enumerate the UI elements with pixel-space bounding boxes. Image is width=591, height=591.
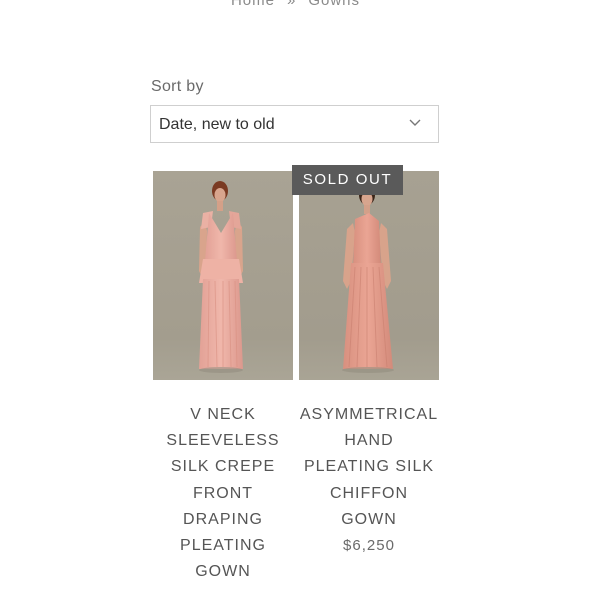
sort-selected-value: Date, new to old	[159, 116, 275, 133]
breadcrumb-home-link[interactable]: Home	[231, 0, 275, 9]
breadcrumb-separator: »	[286, 0, 297, 9]
product-title[interactable]: ASYMMETRICAL HAND PLEATING SILK CHIFFON …	[295, 402, 443, 533]
breadcrumb-current: Gowns	[308, 0, 361, 9]
product-image[interactable]: SOLD OUT	[292, 165, 439, 380]
product-title-line: PLEATING	[180, 537, 266, 555]
product-title-line: CHIFFON	[329, 484, 409, 502]
sort-label: Sort by	[151, 78, 204, 95]
product-image[interactable]	[153, 171, 293, 380]
product-title-line: SILK CREPE	[170, 458, 276, 476]
product-title-line: ASYMMETRICAL	[299, 406, 439, 423]
breadcrumb: Home » Gowns	[0, 0, 591, 9]
product-title-line: GOWN	[195, 563, 251, 581]
product-card[interactable]: V NECK SLEEVELESS SILK CREPE FRONT DRAPI…	[153, 171, 293, 585]
product-price: $6,250	[343, 537, 395, 555]
product-title-line: FRONT	[192, 484, 254, 502]
product-title-line: V NECK	[190, 406, 256, 423]
product-title-line: GOWN	[341, 510, 397, 528]
product-title-line: HAND	[344, 432, 394, 450]
chevron-down-icon	[409, 119, 421, 126]
product-title-line: DRAPING	[183, 510, 263, 528]
product-title[interactable]: V NECK SLEEVELESS SILK CREPE FRONT DRAPI…	[149, 402, 297, 585]
product-title-line: PLEATING SILK	[303, 458, 435, 476]
model-photo	[153, 171, 293, 380]
product-card[interactable]: SOLD OUT ASYMMETRICAL HAND PLEATING SILK…	[292, 165, 439, 559]
product-title-line: SLEEVELESS	[166, 432, 280, 450]
model-photo	[299, 171, 439, 380]
sort-select[interactable]: Date, new to old	[150, 105, 439, 143]
sold-out-badge: SOLD OUT	[292, 165, 403, 195]
